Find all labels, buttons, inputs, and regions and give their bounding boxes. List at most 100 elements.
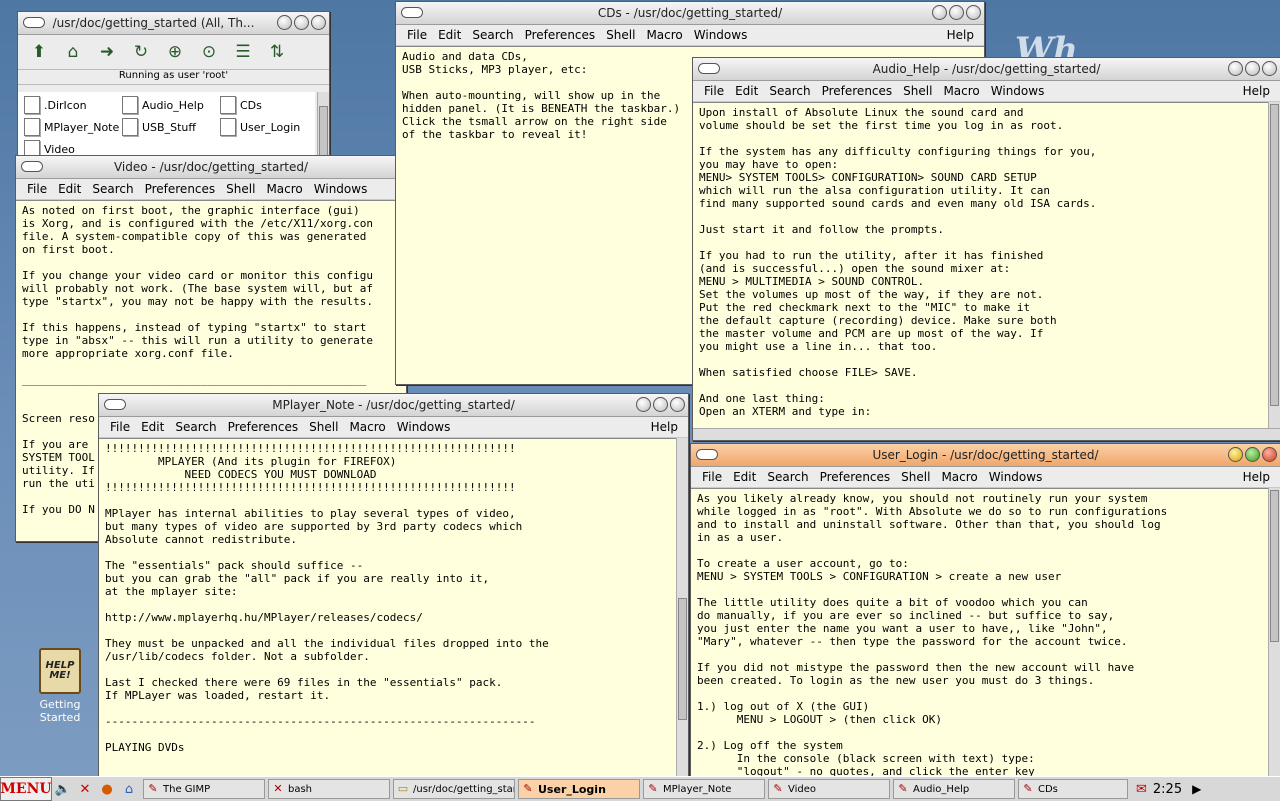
fm-titlebar[interactable]: /usr/doc/getting_started (All, Th... [18, 12, 329, 35]
start-menu-button[interactable]: MENU [0, 777, 52, 801]
task-mplayer-note[interactable]: ✎ MPlayer_Note [643, 779, 765, 799]
menu-macro[interactable]: Macro [943, 84, 979, 98]
getting-started-desktop-icon[interactable]: HELP ME! Getting Started [22, 648, 98, 724]
list-view-icon[interactable]: ☰ [230, 39, 256, 65]
file-item[interactable]: .DirIcon [24, 96, 87, 114]
file-item[interactable]: USB_Stuff [122, 118, 196, 136]
hidden-panel-arrow-icon[interactable]: ▶ [1192, 782, 1201, 796]
audio-help-window[interactable]: Audio_Help - /usr/doc/getting_started/ F… [692, 57, 1280, 441]
maximize-button[interactable] [294, 15, 309, 30]
home-icon[interactable]: ⌂ [118, 778, 140, 800]
menu-macro[interactable]: Macro [349, 420, 385, 434]
menu-windows[interactable]: Windows [397, 420, 451, 434]
menu-windows[interactable]: Windows [314, 182, 368, 196]
fm-scrollbar[interactable] [317, 92, 329, 162]
menu-edit[interactable]: Edit [438, 28, 461, 42]
menu-file[interactable]: File [110, 420, 130, 434]
task-audio-help[interactable]: ✎ Audio_Help [893, 779, 1015, 799]
mplayer-scrollbar[interactable] [676, 438, 688, 777]
menu-help[interactable]: Help [1243, 84, 1270, 98]
close-button[interactable] [1262, 61, 1277, 76]
menu-search[interactable]: Search [92, 182, 133, 196]
close-button[interactable] [1262, 447, 1277, 462]
menu-preferences[interactable]: Preferences [820, 470, 891, 484]
maximize-button[interactable] [1245, 447, 1260, 462]
minimize-button[interactable] [932, 5, 947, 20]
minimize-button[interactable] [277, 15, 292, 30]
menu-shell[interactable]: Shell [309, 420, 338, 434]
menu-search[interactable]: Search [175, 420, 216, 434]
menu-edit[interactable]: Edit [141, 420, 164, 434]
maximize-button[interactable] [1245, 61, 1260, 76]
menu-search[interactable]: Search [767, 470, 808, 484]
minimize-button[interactable] [1228, 61, 1243, 76]
menu-shell[interactable]: Shell [606, 28, 635, 42]
user-login-window[interactable]: User_Login - /usr/doc/getting_started/ F… [690, 443, 1280, 778]
user-login-scrollbar[interactable] [1268, 488, 1280, 777]
close-button[interactable] [311, 15, 326, 30]
menu-preferences[interactable]: Preferences [525, 28, 596, 42]
menu-file[interactable]: File [704, 84, 724, 98]
file-item[interactable]: Audio_Help [122, 96, 204, 114]
menu-search[interactable]: Search [769, 84, 810, 98]
menu-macro[interactable]: Macro [646, 28, 682, 42]
close-button[interactable] [670, 397, 685, 412]
file-manager-window[interactable]: /usr/doc/getting_started (All, Th... ⬆ ⌂… [17, 11, 330, 163]
task-cds[interactable]: ✎ CDs [1018, 779, 1128, 799]
menu-preferences[interactable]: Preferences [228, 420, 299, 434]
file-item[interactable]: User_Login [220, 118, 300, 136]
user-login-titlebar[interactable]: User_Login - /usr/doc/getting_started/ [691, 444, 1280, 467]
menu-file[interactable]: File [702, 470, 722, 484]
mail-icon[interactable]: ✉ [1136, 782, 1147, 797]
forward-icon[interactable]: ➜ [94, 39, 120, 65]
menu-macro[interactable]: Macro [266, 182, 302, 196]
minimize-button[interactable] [636, 397, 651, 412]
menu-help[interactable]: Help [1243, 470, 1270, 484]
file-item[interactable]: CDs [220, 96, 262, 114]
task-gimp[interactable]: ✎ The GIMP [143, 779, 265, 799]
refresh-icon[interactable]: ↻ [128, 39, 154, 65]
menu-edit[interactable]: Edit [733, 470, 756, 484]
menu-help[interactable]: Help [651, 420, 678, 434]
audio-text-area[interactable]: Upon install of Absolute Linux the sound… [693, 102, 1280, 428]
up-arrow-icon[interactable]: ⬆ [26, 39, 52, 65]
home-icon[interactable]: ⌂ [60, 39, 86, 65]
menu-windows[interactable]: Windows [991, 84, 1045, 98]
menu-edit[interactable]: Edit [58, 182, 81, 196]
mplayer-text-area[interactable]: !!!!!!!!!!!!!!!!!!!!!!!!!!!!!!!!!!!!!!!!… [99, 438, 676, 777]
menu-windows[interactable]: Windows [989, 470, 1043, 484]
zoom-in-icon[interactable]: ⊕ [162, 39, 188, 65]
maximize-button[interactable] [653, 397, 668, 412]
task-file-manager[interactable]: ▭/usr/doc/getting_star... [393, 779, 515, 799]
menu-shell[interactable]: Shell [901, 470, 930, 484]
menu-windows[interactable]: Windows [694, 28, 748, 42]
zoom-fit-icon[interactable]: ⊙ [196, 39, 222, 65]
cds-titlebar[interactable]: CDs - /usr/doc/getting_started/ [396, 2, 984, 25]
menu-preferences[interactable]: Preferences [822, 84, 893, 98]
menu-shell[interactable]: Shell [903, 84, 932, 98]
sort-icon[interactable]: ⇅ [264, 39, 290, 65]
menu-macro[interactable]: Macro [941, 470, 977, 484]
menu-edit[interactable]: Edit [735, 84, 758, 98]
close-button[interactable] [966, 5, 981, 20]
menu-preferences[interactable]: Preferences [145, 182, 216, 196]
audio-hscrollbar[interactable] [693, 428, 1280, 440]
speaker-icon[interactable]: 🔈 [52, 778, 74, 800]
menu-help[interactable]: Help [947, 28, 974, 42]
task-video[interactable]: ✎ Video [768, 779, 890, 799]
mplayer-titlebar[interactable]: MPlayer_Note - /usr/doc/getting_started/ [99, 394, 688, 417]
menu-file[interactable]: File [407, 28, 427, 42]
task-bash[interactable]: ✕ bash [268, 779, 390, 799]
menu-search[interactable]: Search [472, 28, 513, 42]
user-login-text-area[interactable]: As you likely already know, you should n… [691, 488, 1268, 777]
maximize-button[interactable] [949, 5, 964, 20]
audio-titlebar[interactable]: Audio_Help - /usr/doc/getting_started/ [693, 58, 1280, 81]
firefox-icon[interactable]: ● [96, 778, 118, 800]
minimize-button[interactable] [1228, 447, 1243, 462]
audio-scrollbar[interactable] [1268, 102, 1280, 428]
mplayer-note-window[interactable]: MPlayer_Note - /usr/doc/getting_started/… [98, 393, 689, 778]
video-titlebar[interactable]: Video - /usr/doc/getting_started/ [16, 156, 406, 179]
menu-shell[interactable]: Shell [226, 182, 255, 196]
x-icon[interactable]: ✕ [74, 778, 96, 800]
task-user-login[interactable]: ✎ User_Login [518, 779, 640, 799]
